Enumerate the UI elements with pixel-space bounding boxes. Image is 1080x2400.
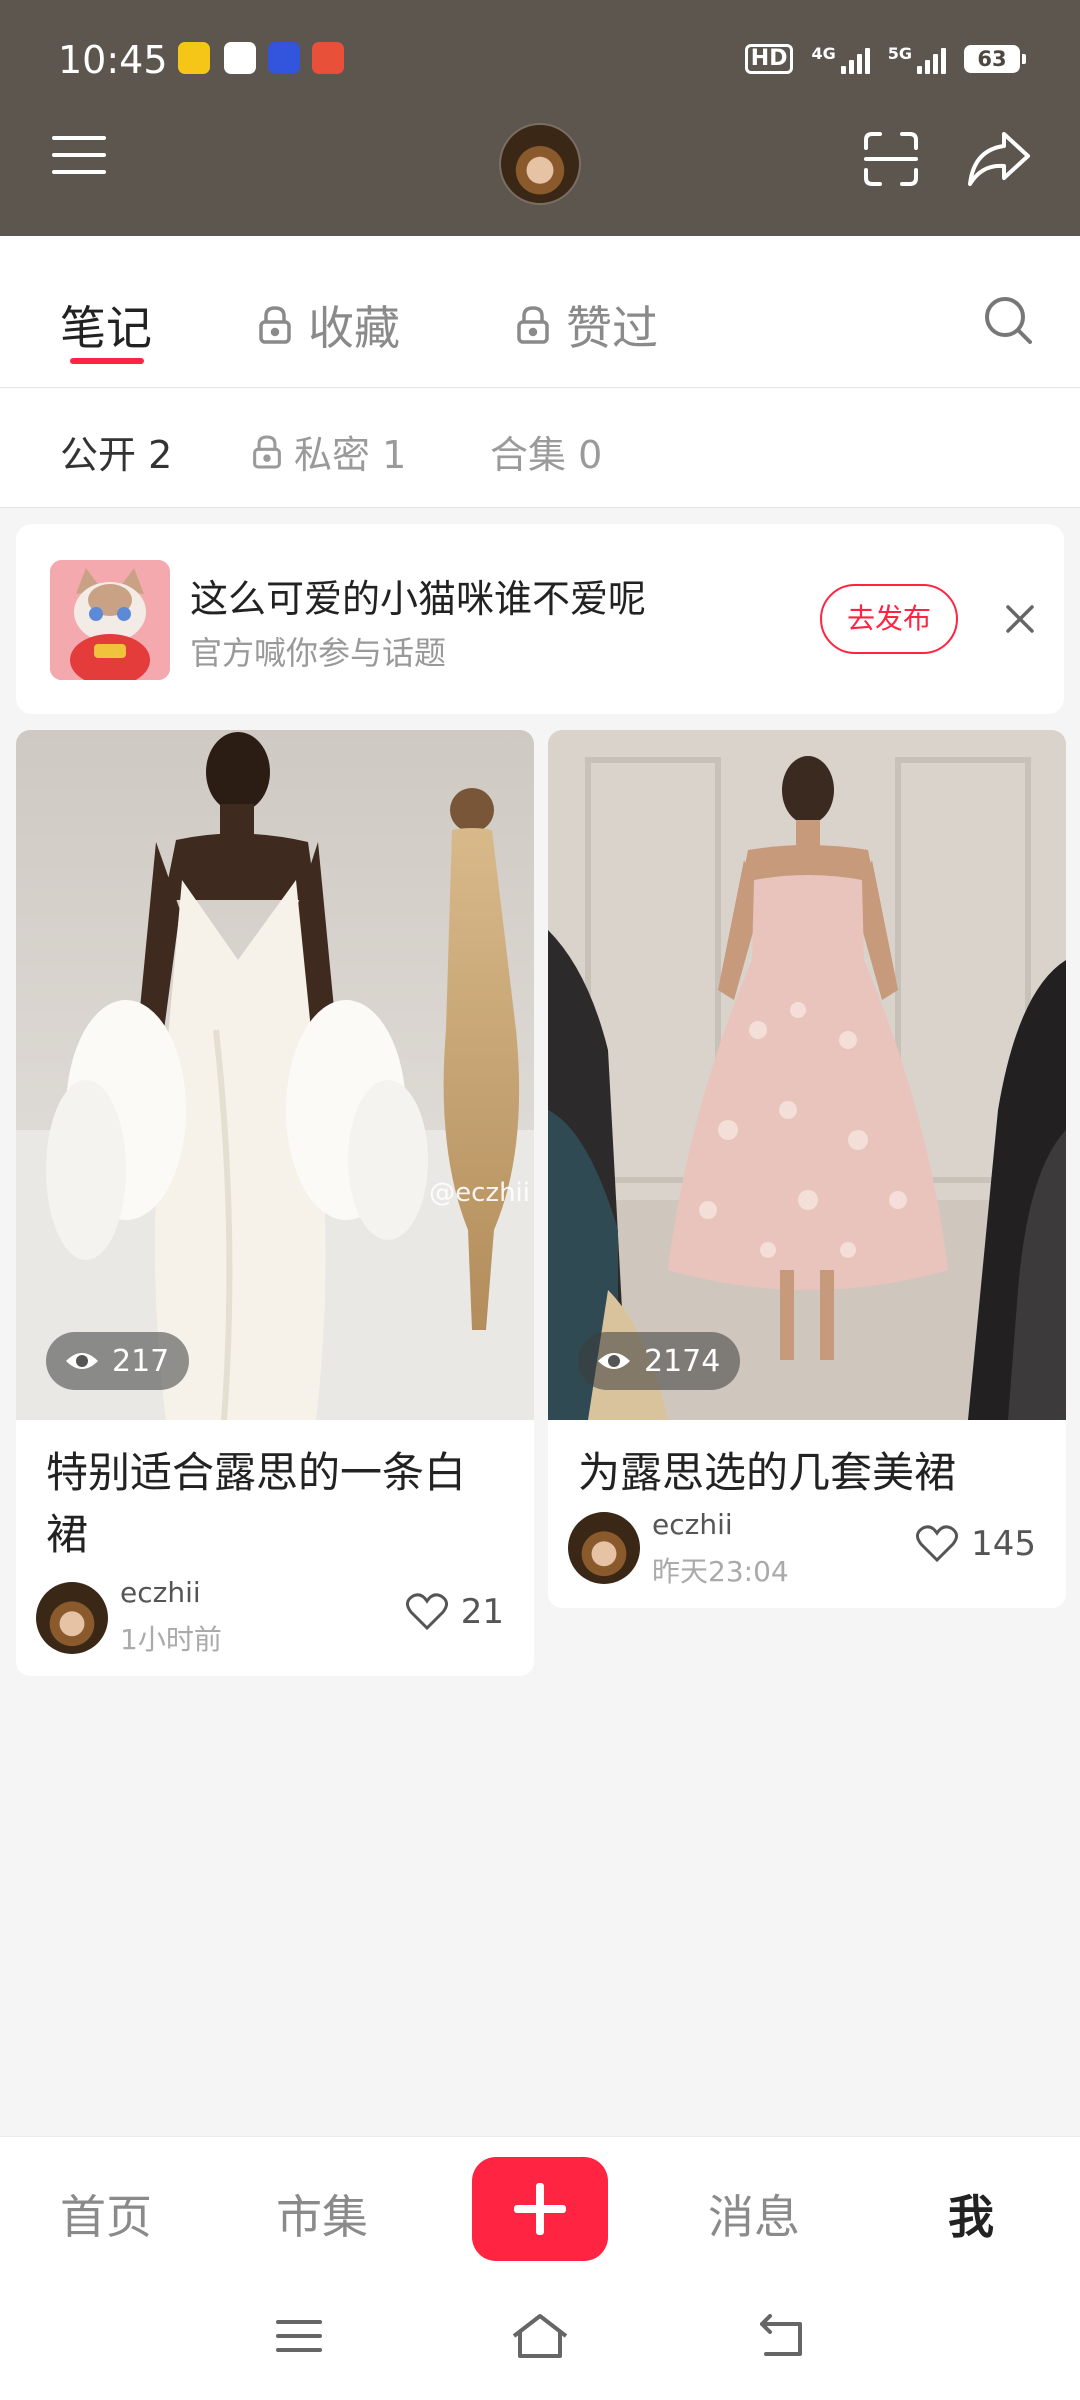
share-icon[interactable] (966, 128, 1032, 188)
battery-icon: 63 (964, 45, 1026, 73)
view-count-badge: 2174 (578, 1332, 741, 1390)
header-avatar[interactable] (499, 123, 581, 205)
signal-5g-icon: 5G (888, 44, 946, 74)
recent-apps-icon[interactable] (274, 2312, 324, 2360)
tab-notes[interactable]: 笔记 (60, 292, 152, 358)
create-post-button[interactable] (472, 2157, 608, 2261)
eye-icon (66, 1353, 98, 1369)
author-name[interactable]: eczhii (120, 1576, 201, 1609)
banner-title: 这么可爱的小猫咪谁不爱呢 (190, 577, 647, 621)
note-card[interactable]: 2174 为露思选的几套美裙 eczhii 昨天23:04 145 (548, 730, 1066, 1608)
eye-icon (598, 1353, 630, 1369)
system-navigation-bar (0, 2276, 1080, 2400)
close-icon[interactable] (1000, 599, 1040, 639)
note-cover-image: 2174 (548, 730, 1066, 1420)
search-icon[interactable] (982, 294, 1034, 346)
subtab-public[interactable]: 公开 2 (60, 424, 172, 479)
status-bar: 10:45 HD 4G 5G 63 (0, 0, 1080, 110)
author-avatar[interactable] (36, 1582, 108, 1654)
topic-banner[interactable]: 这么可爱的小猫咪谁不爱呢 官方喊你参与话题 去发布 (16, 524, 1064, 714)
subtab-private[interactable]: 私密 1 (252, 424, 406, 479)
blue-app-icon (268, 42, 300, 74)
tab-liked[interactable]: 赞过 (516, 292, 658, 358)
status-time: 10:45 (58, 38, 168, 82)
profile-header: 10:45 HD 4G 5G 63 (0, 0, 1080, 236)
tab-collections[interactable]: 收藏 (258, 292, 400, 358)
note-title: 特别适合露思的一条白裙 (46, 1448, 467, 1559)
lock-icon (259, 306, 291, 344)
hd-icon: HD (744, 44, 794, 74)
like-button[interactable]: 21 (405, 1592, 504, 1632)
like-button[interactable]: 145 (915, 1524, 1036, 1564)
publish-button[interactable]: 去发布 (820, 584, 958, 654)
post-time: 1小时前 (120, 1623, 222, 1656)
red-app-icon (312, 42, 344, 74)
active-tab-indicator (70, 358, 144, 364)
nav-me[interactable]: 我 (948, 2181, 994, 2247)
scan-icon[interactable] (862, 130, 920, 188)
content-tabs: 笔记 收藏 赞过 (0, 236, 1080, 388)
view-count-badge: 217 (46, 1332, 190, 1390)
subtab-albums[interactable]: 合集 0 (490, 424, 602, 479)
heart-icon (916, 1525, 959, 1563)
note-title: 为露思选的几套美裙 (578, 1448, 957, 1497)
signal-4g-icon: 4G (811, 44, 870, 74)
note-card[interactable]: @eczhii 217 特别适合露思的一条白裙 eczhii 1小时前 21 (16, 730, 534, 1676)
nav-market[interactable]: 市集 (276, 2181, 368, 2247)
cat-thumbnail (50, 560, 170, 680)
note-meta: eczhii 昨天23:04 145 (548, 1504, 1066, 1608)
author-name[interactable]: eczhii (652, 1508, 733, 1541)
menu-icon[interactable] (52, 130, 108, 180)
home-icon[interactable] (510, 2312, 570, 2360)
note-meta: eczhii 1小时前 21 (16, 1566, 534, 1676)
nav-home[interactable]: 首页 (60, 2181, 152, 2247)
bottom-navigation: 首页 市集 消息 我 (0, 2136, 1080, 2276)
back-icon[interactable] (756, 2312, 806, 2360)
visibility-filter: 公开 2 私密 1 合集 0 (0, 388, 1080, 508)
nav-messages[interactable]: 消息 (708, 2181, 800, 2247)
banner-subtitle: 官方喊你参与话题 (190, 634, 447, 672)
weibo-app-icon (178, 42, 210, 74)
lock-icon (517, 306, 549, 344)
post-time: 昨天23:04 (652, 1555, 789, 1588)
heart-icon (405, 1593, 448, 1631)
wallet-app-icon (224, 42, 256, 74)
author-avatar[interactable] (568, 1512, 640, 1584)
lock-icon (253, 434, 281, 469)
note-cover-image: @eczhii 217 (16, 730, 534, 1420)
image-watermark: @eczhii (429, 1178, 530, 1208)
